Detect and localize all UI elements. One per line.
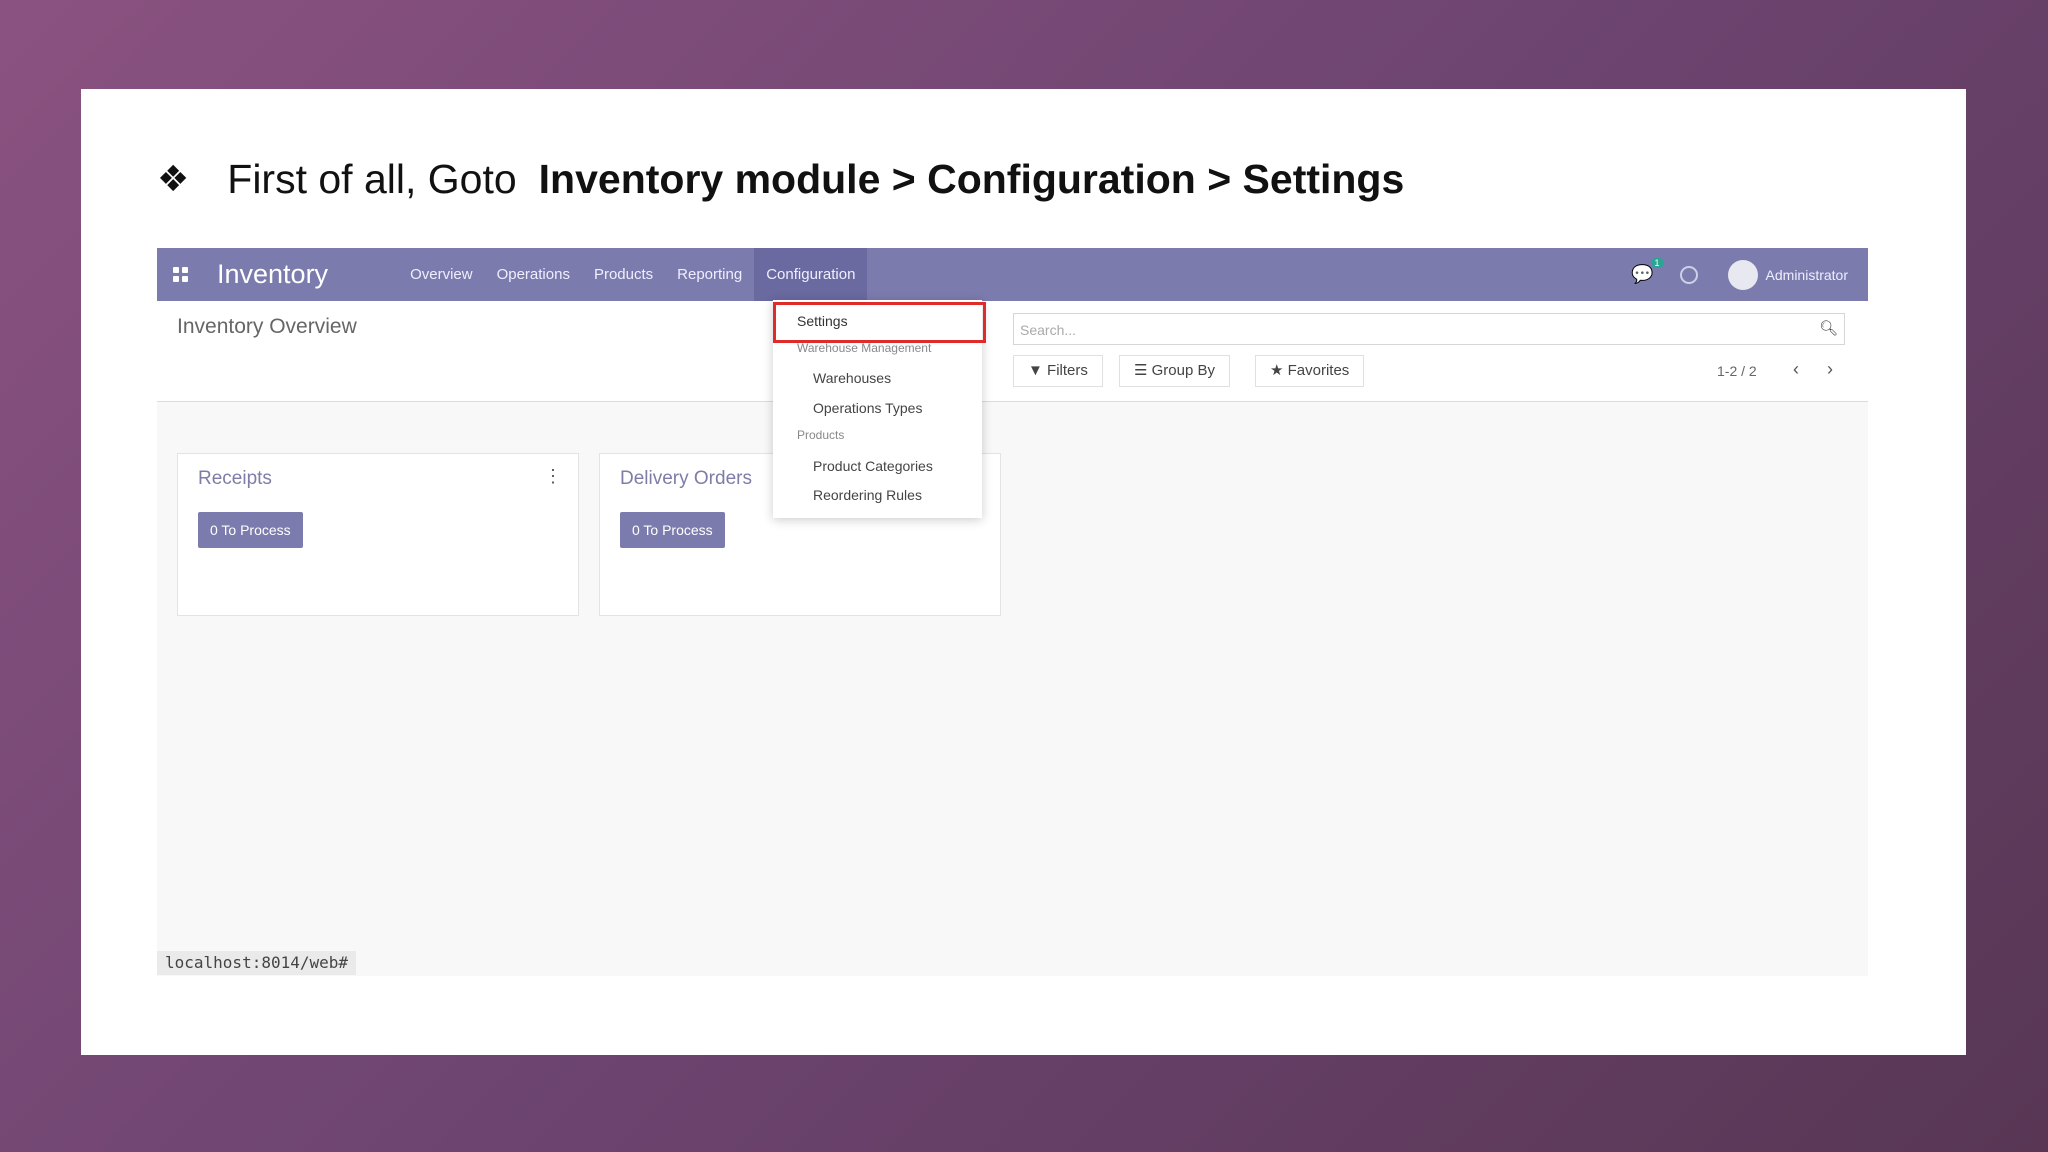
list-icon: ☰ — [1134, 362, 1148, 379]
star-icon: ★ — [1270, 362, 1284, 379]
nav-operations[interactable]: Operations — [485, 248, 582, 301]
filters-label: Filters — [1047, 362, 1088, 379]
chevron-right-icon[interactable]: › — [1827, 359, 1833, 380]
nav-reporting[interactable]: Reporting — [665, 248, 754, 301]
group-by-label: Group By — [1151, 362, 1215, 379]
clock-icon[interactable] — [1679, 265, 1698, 284]
pager-value: 1-2 / 2 — [1717, 363, 1757, 379]
nav-products[interactable]: Products — [582, 248, 665, 301]
breadcrumb: Inventory Overview — [177, 315, 357, 338]
chat-icon[interactable]: 💬 1 — [1631, 258, 1664, 285]
menu-item-warehouses[interactable]: Warehouses — [813, 370, 891, 386]
menu-item-product-categories[interactable]: Product Categories — [813, 458, 933, 474]
search-box: 🔍︎ — [1013, 313, 1845, 346]
search-input[interactable] — [1014, 314, 1802, 346]
instruction-line: ❖ First of all, Goto Inventory module > … — [157, 151, 1404, 207]
navbar-right: 💬 1 Administrator — [1631, 258, 1848, 290]
navbar: Inventory Overview Operations Products R… — [157, 248, 1868, 301]
menu-header-warehouse: Warehouse Management — [797, 341, 932, 355]
menu-item-settings[interactable]: Settings — [797, 313, 848, 329]
status-bar-url: localhost:8014/web# — [157, 951, 357, 975]
receipts-card: Receipts ⋮ 0 To Process — [177, 453, 579, 616]
apps-menu-icon[interactable] — [169, 264, 191, 286]
filters-button[interactable]: ▼ Filters — [1013, 355, 1103, 387]
user-name[interactable]: Administrator — [1766, 267, 1848, 283]
chat-badge: 1 — [1650, 258, 1664, 268]
chevron-left-icon[interactable]: ‹ — [1793, 359, 1799, 380]
control-panel: Inventory Overview 🔍︎ ▼ Filters ☰ Group … — [157, 301, 1868, 402]
configuration-dropdown: Settings Warehouse Management Warehouses… — [773, 300, 986, 518]
menu-item-operation-types[interactable]: Operations Types — [813, 400, 922, 416]
slide: ❖ First of all, Goto Inventory module > … — [81, 89, 1966, 1055]
filter-icon: ▼ — [1028, 362, 1043, 379]
to-process-button[interactable]: 0 To Process — [620, 512, 725, 548]
kebab-menu-icon[interactable]: ⋮ — [544, 466, 562, 487]
menu-header-products: Products — [797, 428, 845, 442]
menu-item-reordering-rules[interactable]: Reordering Rules — [813, 487, 922, 503]
avatar[interactable] — [1727, 259, 1758, 290]
favorites-label: Favorites — [1287, 362, 1350, 379]
favorites-button[interactable]: ★ Favorites — [1255, 355, 1365, 387]
search-icon[interactable]: 🔍︎ — [1819, 319, 1838, 337]
card-title[interactable]: Receipts — [198, 468, 272, 490]
instruction-path: Inventory module > Configuration > Setti… — [538, 155, 1405, 202]
instruction-text: First of all, Goto — [227, 155, 517, 202]
nav-overview[interactable]: Overview — [398, 248, 485, 301]
bullet-icon: ❖ — [157, 158, 190, 200]
group-by-button[interactable]: ☰ Group By — [1119, 355, 1230, 387]
nav-configuration[interactable]: Configuration — [754, 248, 868, 301]
app-screenshot: Inventory Overview Operations Products R… — [157, 248, 1868, 976]
card-title[interactable]: Delivery Orders — [620, 468, 752, 490]
to-process-button[interactable]: 0 To Process — [198, 512, 303, 548]
app-brand[interactable]: Inventory — [217, 259, 328, 290]
